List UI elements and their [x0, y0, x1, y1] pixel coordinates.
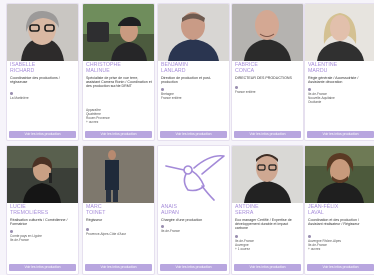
view-production-button[interactable]: Voir les infos production [85, 131, 152, 138]
profile-photo [158, 4, 229, 61]
profile-role: Régie générale / Accessoiriste / Assista… [308, 76, 359, 85]
profile-photo [305, 4, 374, 61]
profile-meta: Apparaître Quatrième Rouen Provence + ou… [86, 108, 110, 124]
profile-name: Christophe MALINUE [86, 62, 121, 74]
profile-name: Anais AUPAN [161, 204, 179, 216]
view-production-button[interactable]: Voir les infos production [85, 264, 152, 271]
profile-role: Coordinatrice des productions / régisseu… [10, 76, 60, 85]
profile-name: Fabrice CONCA [235, 62, 258, 74]
profile-role: Coordination et des production / Assista… [308, 218, 360, 227]
profile-name: Lucie TREMOLIÈRES [10, 204, 49, 216]
profile-role: Régisseur [86, 218, 103, 222]
profile-card[interactable]: Benjamin LANLARD Direction de production … [157, 3, 230, 141]
profile-card[interactable]: Antoine SERRA Eco manager Certifié / Expe… [231, 145, 304, 275]
profile-meta: Ile-de-France Nouvelle-Aquitaine Occitan… [308, 88, 374, 105]
profile-card[interactable]: Isabelle RICHARD Coordinatrice des produc… [6, 3, 79, 141]
profile-card[interactable]: Lucie TREMOLIÈRES Réalisation culturels /… [6, 145, 79, 275]
profile-meta: France entière [235, 86, 301, 95]
profile-card[interactable]: Marc TOINET Régisseur Provence-Alpes-Côte… [82, 145, 155, 275]
profile-name: Isabelle RICHARD [10, 62, 36, 74]
profile-card[interactable]: Christophe MALINUE Spécialiste de prise d… [82, 3, 155, 141]
profile-photo [7, 146, 78, 203]
view-production-button[interactable]: Voir les infos production [160, 131, 227, 138]
profile-meta: Provence-Alpes-Côte d'Azur [86, 228, 152, 237]
view-production-button[interactable]: Voir les infos production [307, 264, 374, 271]
profile-role: Direction de production et post-producti… [161, 76, 211, 85]
view-production-button[interactable]: Voir les infos production [9, 264, 76, 271]
profile-photo [232, 4, 303, 61]
location-icon [10, 230, 13, 233]
profile-role: Chargée d'une production [161, 218, 203, 222]
location-icon [161, 88, 164, 91]
view-production-button[interactable]: Voir les infos production [234, 131, 301, 138]
profile-photo [7, 4, 78, 61]
view-production-button[interactable]: Voir les infos production [160, 264, 227, 271]
location-icon [308, 88, 311, 91]
profile-name: Benjamin LANLARD [161, 62, 189, 74]
profile-card[interactable]: Valentine MARDU Régie générale / Accessoi… [304, 3, 374, 141]
view-production-button[interactable]: Voir les infos production [307, 131, 374, 138]
profile-meta: Bretagne France entière [161, 88, 227, 101]
profile-meta: Ile-de-France Auvergne + 1 ouvrez [235, 235, 301, 252]
profile-role: DIRECTEUR DES PRODUCTIONS [235, 76, 292, 80]
profile-card[interactable]: Jean-Félix LAVAL Coordination et des prod… [304, 145, 374, 275]
profile-name: Antoine SERRA [235, 204, 259, 216]
profile-card[interactable]: Fabrice CONCA DIRECTEUR DES PRODUCTIONS F… [231, 3, 304, 141]
location-icon [308, 235, 311, 238]
profile-role: Spécialiste de prise de vue terre, assis… [86, 76, 152, 89]
location-icon [10, 92, 13, 95]
location-icon [235, 86, 238, 89]
profile-role: Réalisation culturels / Comédienne / For… [10, 218, 68, 227]
view-production-button[interactable]: Voir les infos production [234, 264, 301, 271]
location-icon [86, 228, 89, 231]
profile-name: Jean-Félix LAVAL [308, 204, 339, 216]
profile-photo [83, 4, 154, 61]
profile-meta: Ile-de-France [161, 225, 227, 234]
profile-meta: Auvergne Rhône-Alpes Ile-de-France + ouv… [308, 235, 374, 252]
profile-name: Marc TOINET [86, 204, 106, 216]
profile-meta: La Martinière [10, 92, 76, 101]
profile-photo [83, 146, 154, 203]
profile-meta: Comte pays en Ligoire Ile-de-France [10, 230, 76, 243]
profile-role: Eco manager Certifié / Expertise de déve… [235, 218, 292, 231]
profile-card[interactable]: Anais AUPAN Chargée d'une production Ile-… [157, 145, 230, 275]
profile-photo [232, 146, 303, 203]
view-production-button[interactable]: Voir les infos production [9, 131, 76, 138]
profile-photo [305, 146, 374, 203]
profile-name: Valentine MARDU [308, 62, 338, 74]
location-icon [161, 225, 164, 228]
profile-photo [158, 146, 229, 203]
location-icon [235, 235, 238, 238]
profile-grid: Isabelle RICHARD Coordinatrice des produc… [0, 0, 374, 275]
